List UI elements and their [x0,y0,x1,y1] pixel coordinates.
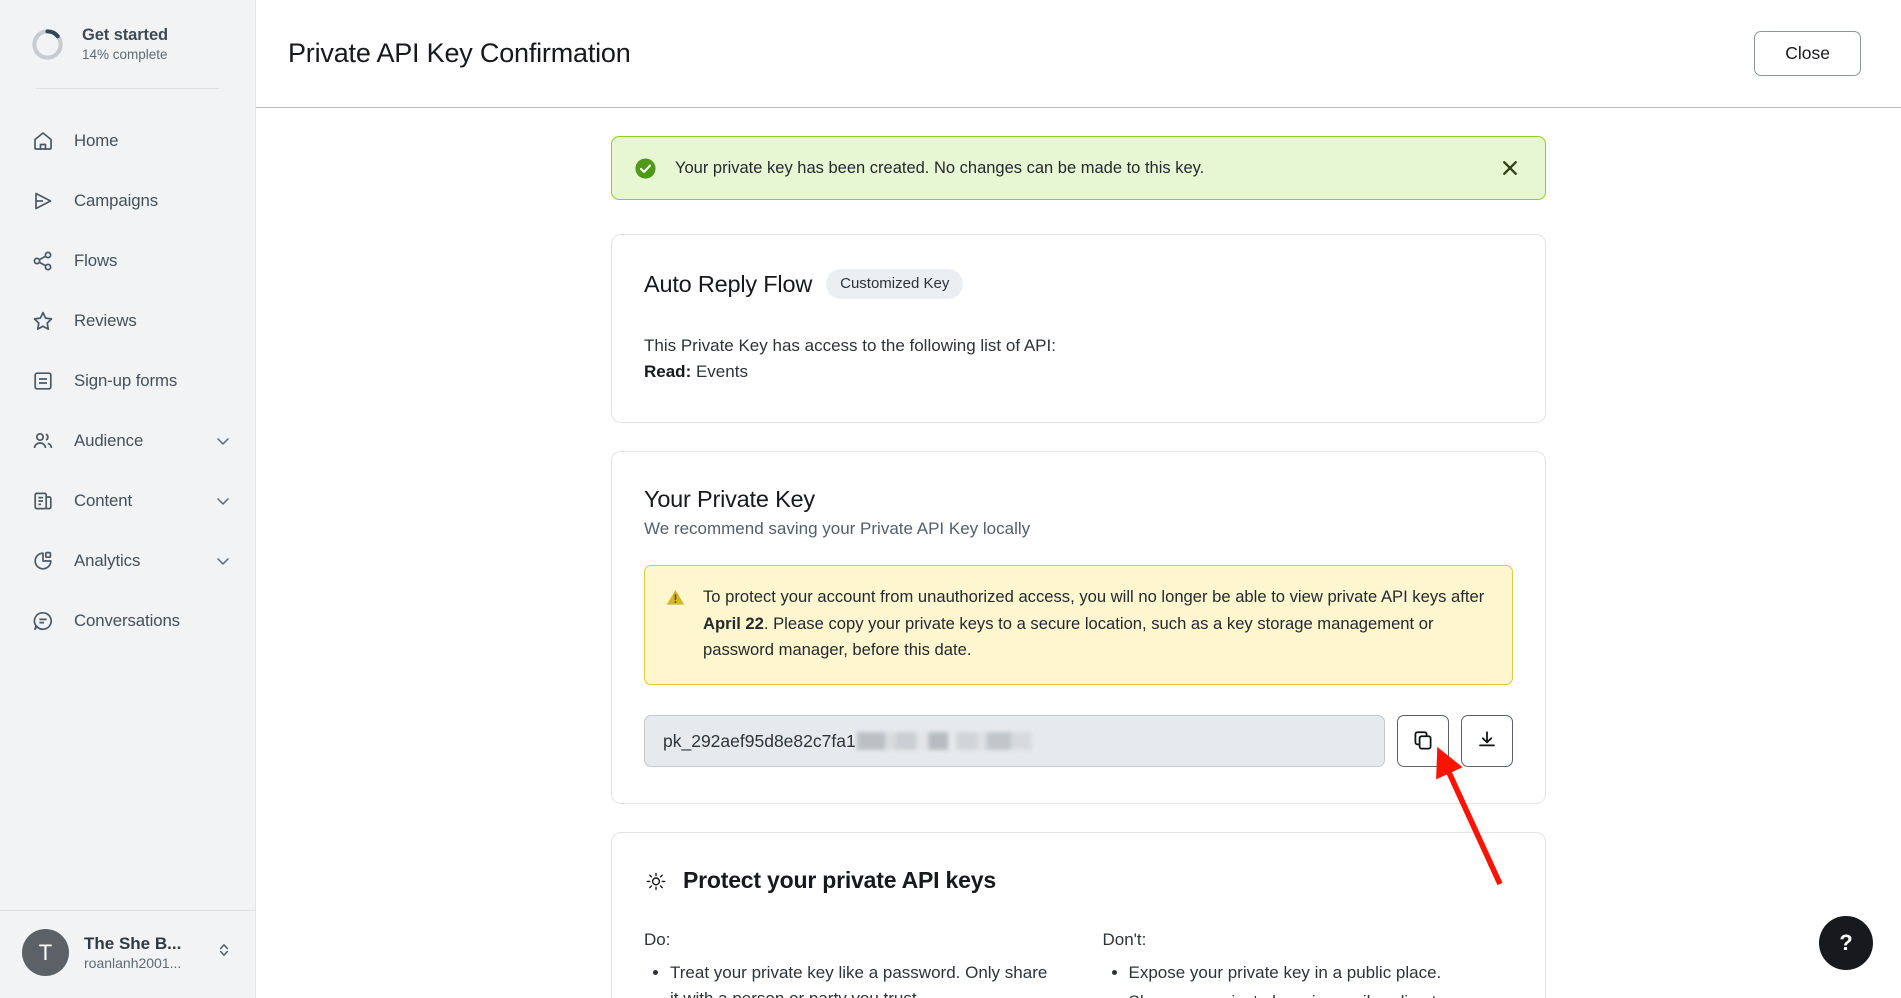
page-header: Private API Key Confirmation Close [256,0,1901,108]
app-root: Get started 14% complete Home Campaigns … [0,0,1901,998]
do-list: Treat your private key like a password. … [644,960,1055,998]
sidebar-item-label: Home [74,131,119,150]
warning-expiry-date: April 22 [703,613,764,633]
close-icon[interactable] [1497,155,1523,181]
key-scope-label: Read: [644,362,692,382]
download-key-button[interactable] [1461,715,1513,768]
private-key-subtitle: We recommend saving your Private API Key… [644,518,1031,538]
main-panel: Private API Key Confirmation Close Your … [256,0,1901,998]
private-key-row: pk_292aef95d8e82c7fa1 [644,715,1513,768]
success-banner-message: Your private key has been created. No ch… [675,158,1205,177]
sidebar-item-label: Analytics [74,551,141,570]
account-email: roanlanh2001... [84,955,182,971]
dont-label: Don't: [1102,930,1147,950]
close-button[interactable]: Close [1754,31,1861,76]
sidebar-item-conversations[interactable]: Conversations [0,591,255,651]
key-info-header: Auto Reply Flow Customized Key [644,269,1513,299]
chevron-down-icon[interactable] [213,431,233,451]
progress-ring-icon [30,27,65,62]
page-content: Your private key has been created. No ch… [256,108,1901,998]
avatar: T [22,929,69,976]
copy-key-button[interactable] [1397,715,1449,768]
do-column: Do: Treat your private key like a passwo… [644,930,1055,998]
warning-banner: To protect your account from unauthorize… [644,564,1513,686]
copy-icon [1411,728,1435,755]
flows-icon [30,248,56,274]
sidebar-item-label: Content [74,491,133,510]
protect-header: Protect your private API keys [644,867,1513,894]
content-icon [30,488,56,514]
star-icon [30,308,56,334]
private-key-field[interactable]: pk_292aef95d8e82c7fa1 [644,715,1385,768]
warning-triangle-icon [665,587,686,608]
get-started-title: Get started [82,26,169,44]
sidebar: Get started 14% complete Home Campaigns … [0,0,256,998]
chat-icon [30,608,56,634]
sidebar-item-signup-forms[interactable]: Sign-up forms [0,351,255,411]
sidebar-item-label: Campaigns [74,191,158,210]
list-item: Expose your private key in a public plac… [1129,960,1514,986]
account-switcher[interactable]: T The She B... roanlanh2001... [0,911,255,998]
sidebar-item-label: Flows [74,251,118,270]
sidebar-nav: Home Campaigns Flows Reviews Sign-up for… [0,89,255,910]
protect-keys-card: Protect your private API keys Do: Treat … [611,832,1546,998]
chart-pie-icon [30,548,56,574]
chevron-updown-icon[interactable] [215,939,233,966]
warning-banner-text: To protect your account from unauthorize… [703,584,1492,665]
page-title: Private API Key Confirmation [288,38,631,68]
protect-title: Protect your private API keys [683,867,996,894]
sidebar-item-campaigns[interactable]: Campaigns [0,171,255,231]
chevron-down-icon[interactable] [213,551,233,571]
sidebar-item-label: Audience [74,431,144,450]
warning-text-part2: . Please copy your private keys to a sec… [703,613,1434,660]
sidebar-item-analytics[interactable]: Analytics [0,531,255,591]
send-icon [30,188,56,214]
sidebar-item-audience[interactable]: Audience [0,411,255,471]
do-label: Do: [644,930,671,950]
chevron-down-icon[interactable] [213,491,233,511]
sidebar-item-content[interactable]: Content [0,471,255,531]
key-info-card: Auto Reply Flow Customized Key This Priv… [611,234,1546,423]
check-circle-icon [634,157,657,180]
form-icon [30,368,56,394]
key-scopes: Read: Events [644,359,1513,385]
account-name: The She B... [84,934,182,953]
list-item: Treat your private key like a password. … [670,960,1055,998]
key-access-description: This Private Key has access to the follo… [644,336,1056,355]
sidebar-item-label: Reviews [74,311,137,330]
list-item: Share your private key via email or dire… [1129,989,1514,998]
lightbulb-icon [644,869,668,893]
private-key-title: Your Private Key [644,485,815,512]
get-started-progress: 14% complete [82,47,168,62]
help-button[interactable]: ? [1819,916,1873,970]
warning-text-part1: To protect your account from unauthorize… [703,586,1485,606]
success-banner: Your private key has been created. No ch… [611,136,1546,200]
get-started-widget[interactable]: Get started 14% complete [0,0,255,88]
status-badge: Customized Key [826,269,964,299]
private-key-value: pk_292aef95d8e82c7fa1 [663,730,856,751]
key-scope-value: Events [695,362,748,382]
sidebar-item-label: Sign-up forms [74,371,178,390]
do-dont-grid: Do: Treat your private key like a passwo… [644,930,1513,998]
sidebar-item-flows[interactable]: Flows [0,231,255,291]
private-key-card: Your Private Key We recommend saving you… [611,450,1546,805]
dont-list: Expose your private key in a public plac… [1103,960,1514,998]
dont-column: Don't: Expose your private key in a publ… [1103,930,1514,998]
sidebar-item-reviews[interactable]: Reviews [0,291,255,351]
private-key-masked-portion [856,732,1032,751]
sidebar-item-home[interactable]: Home [0,111,255,171]
download-icon [1475,728,1499,755]
sidebar-item-label: Conversations [74,611,180,630]
people-icon [30,428,56,454]
key-name: Auto Reply Flow [644,270,813,297]
home-icon [30,128,56,154]
